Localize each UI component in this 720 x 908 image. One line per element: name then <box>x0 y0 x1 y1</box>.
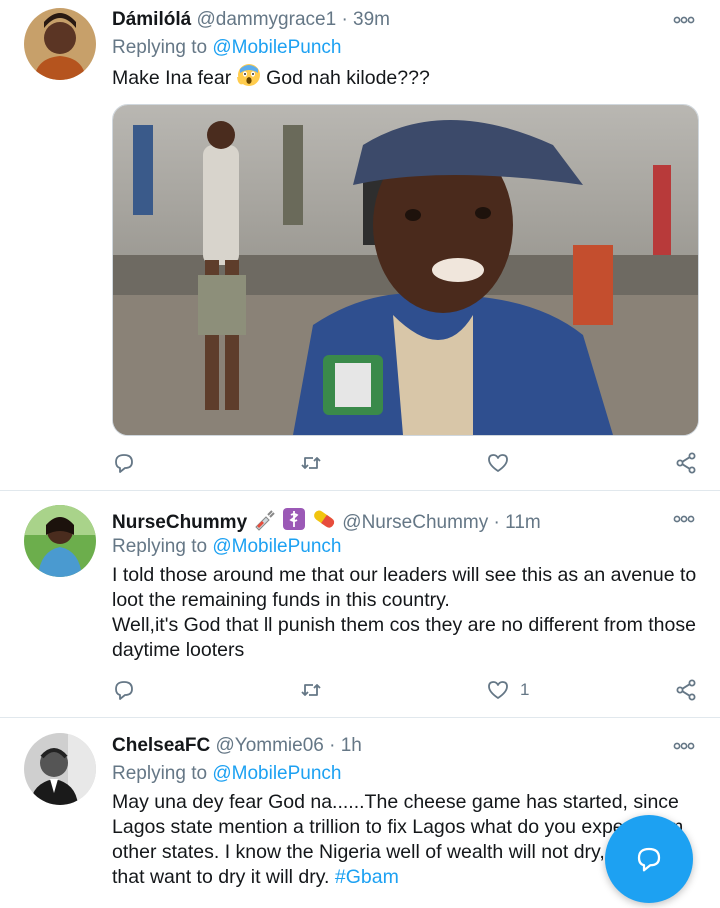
user-handle[interactable]: @NurseChummy <box>342 512 488 533</box>
tweet-actions <box>112 450 698 476</box>
tweet-text: Make Ina fear God nah kilode??? <box>112 63 698 94</box>
tweet-actions: 1 <box>112 677 698 703</box>
display-name[interactable]: Dámilólá <box>112 9 191 30</box>
heart-icon <box>488 454 508 472</box>
replying-to: Replying to @MobilePunch <box>112 535 341 559</box>
like-button[interactable]: 1 <box>486 677 529 703</box>
reply-icon <box>115 681 133 700</box>
retweet-icon <box>301 457 321 469</box>
pill-emoji-icon <box>311 507 337 538</box>
tweet-text-part2: God nah kilode??? <box>266 67 430 89</box>
chat-bubble-icon <box>637 847 661 872</box>
replying-to: Replying to @MobilePunch <box>112 36 341 60</box>
timestamp[interactable]: 39m <box>353 9 390 30</box>
user-handle[interactable]: @Yommie06 <box>215 735 323 756</box>
reply-button[interactable] <box>112 450 136 476</box>
timestamp[interactable]: 1h <box>341 735 362 756</box>
tweet-text-line: I told those around me that our leaders … <box>112 564 697 611</box>
mention-link[interactable]: @MobilePunch <box>212 536 341 557</box>
tweet-header: Dámilólá @dammygrace1 · 39m <box>112 8 660 32</box>
timestamp[interactable]: 11m <box>505 512 541 533</box>
heart-icon <box>488 681 508 699</box>
avatar[interactable] <box>24 733 96 805</box>
replying-to-label: Replying to <box>112 536 208 557</box>
display-name[interactable]: ChelseaFC <box>112 735 210 756</box>
user-handle[interactable]: @dammygrace1 <box>196 9 336 30</box>
share-icon <box>676 452 696 474</box>
retweet-icon <box>301 684 321 696</box>
avatar[interactable] <box>24 8 96 80</box>
more-dots-icon <box>673 515 695 523</box>
replying-to-label: Replying to <box>112 763 208 784</box>
retweet-button[interactable] <box>299 450 323 476</box>
separator: · <box>493 512 500 533</box>
tweet-header: ChelseaFC @Yommie06 · 1h <box>112 734 660 758</box>
more-dots-icon <box>673 16 695 24</box>
avatar[interactable] <box>24 505 96 577</box>
compose-reply-button[interactable] <box>605 815 693 903</box>
tweet-text: I told those around me that our leaders … <box>112 563 698 663</box>
reply-icon <box>115 454 133 473</box>
replying-to: Replying to @MobilePunch <box>112 762 341 786</box>
medical-symbol-emoji-icon <box>282 507 306 538</box>
syringe-emoji-icon <box>252 509 276 538</box>
tweet-text-part1: Make Ina fear <box>112 67 232 89</box>
tweet-text-line: Well,it's God that ll punish them cos th… <box>112 614 696 661</box>
mention-link[interactable]: @MobilePunch <box>212 37 341 58</box>
separator: · <box>329 735 336 756</box>
share-button[interactable] <box>674 450 698 476</box>
more-options-button[interactable] <box>670 734 698 758</box>
retweet-button[interactable] <box>299 677 323 703</box>
like-button[interactable] <box>486 450 520 476</box>
screaming-face-emoji-icon <box>236 63 261 94</box>
share-icon <box>676 679 696 701</box>
share-button[interactable] <box>674 677 698 703</box>
replying-to-label: Replying to <box>112 37 208 58</box>
more-options-button[interactable] <box>670 8 698 32</box>
like-count: 1 <box>520 680 530 699</box>
more-options-button[interactable] <box>670 507 698 531</box>
more-dots-icon <box>673 742 695 750</box>
reply-button[interactable] <box>112 677 136 703</box>
tweet-2[interactable]: NurseChummy @NurseChummy · 11m Replying … <box>0 491 720 718</box>
display-name[interactable]: NurseChummy <box>112 512 247 533</box>
hashtag-link[interactable]: #Gbam <box>335 866 399 888</box>
tweet-1[interactable]: Dámilólá @dammygrace1 · 39m Replying to … <box>0 0 720 491</box>
mention-link[interactable]: @MobilePunch <box>212 763 341 784</box>
tweet-header: NurseChummy @NurseChummy · 11m <box>112 507 660 538</box>
tweet-photo[interactable] <box>112 104 699 436</box>
separator: · <box>341 9 348 30</box>
photo-police-uniform-image <box>113 105 698 435</box>
